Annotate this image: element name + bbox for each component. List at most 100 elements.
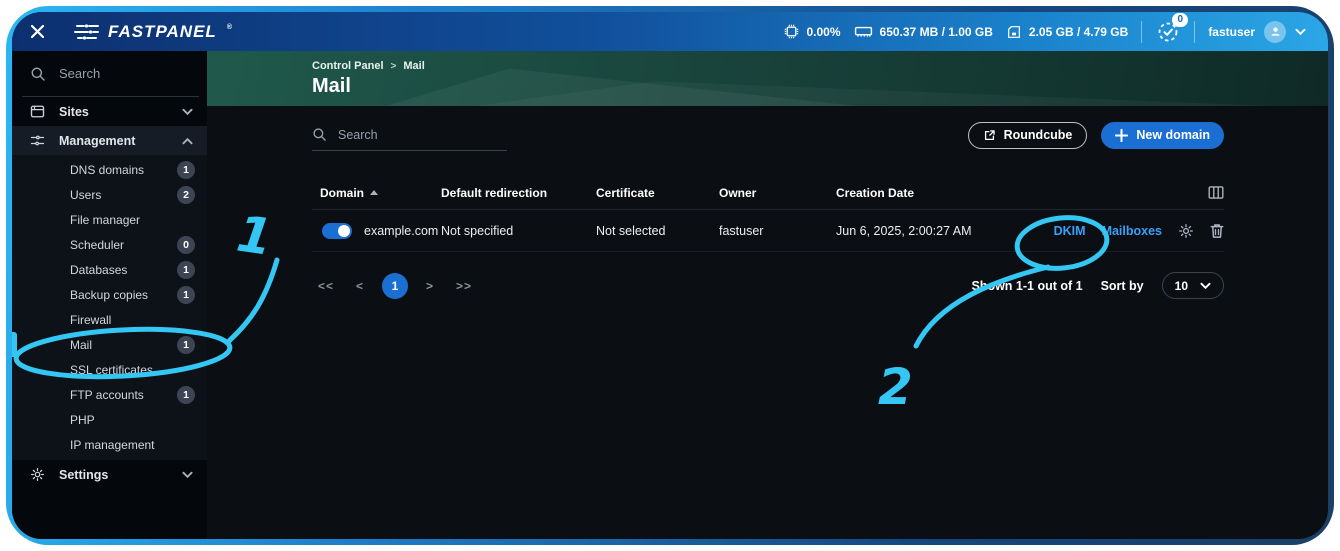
new-domain-button[interactable]: New domain xyxy=(1101,122,1224,149)
plus-icon xyxy=(1115,129,1128,142)
column-header-certificate[interactable]: Certificate xyxy=(596,186,719,200)
column-header-owner[interactable]: Owner xyxy=(719,186,836,200)
count-badge: 1 xyxy=(177,261,195,279)
management-sliders-icon xyxy=(30,133,45,148)
disk-icon xyxy=(1006,24,1022,40)
sidebar-item-scheduler[interactable]: Scheduler 0 xyxy=(12,232,207,257)
search-icon xyxy=(312,127,327,142)
domain-enabled-toggle[interactable] xyxy=(322,223,352,239)
column-header-default-redirection[interactable]: Default redirection xyxy=(441,186,596,200)
pagination-prev-button[interactable]: < xyxy=(346,279,374,293)
toolbar-buttons: Roundcube New domain xyxy=(968,122,1224,149)
sidebar-search[interactable] xyxy=(22,51,199,97)
notifications-count-badge: 0 xyxy=(1172,13,1188,27)
sidebar-item-label: IP management xyxy=(70,438,155,452)
sidebar-item-label: Sites xyxy=(59,105,89,119)
sidebar-item-ftp-accounts[interactable]: FTP accounts 1 xyxy=(12,382,207,407)
sidebar-item-dns-domains[interactable]: DNS domains 1 xyxy=(12,157,207,182)
pagination: << < 1 > >> Shown 1-1 out of 1 Sort by 1… xyxy=(312,272,1224,299)
table-search-input[interactable] xyxy=(338,128,488,142)
user-menu[interactable]: fastuser xyxy=(1208,21,1306,43)
sidebar-item-backup-copies[interactable]: Backup copies 1 xyxy=(12,282,207,307)
external-link-icon xyxy=(983,129,996,142)
count-badge: 1 xyxy=(177,286,195,304)
sites-icon xyxy=(30,104,45,119)
gear-icon xyxy=(30,467,45,482)
sidebar-item-label: Backup copies xyxy=(70,288,148,302)
sidebar-item-label: SSL certificates xyxy=(70,363,153,377)
sidebar-item-mail[interactable]: Mail 1 xyxy=(12,332,207,357)
sidebar-item-management[interactable]: Management xyxy=(12,126,207,155)
row-settings-button[interactable] xyxy=(1178,223,1194,239)
cpu-stat: 0.00% xyxy=(783,23,841,40)
memory-usage-value: 650.37 MB / 1.00 GB xyxy=(880,25,993,39)
roundcube-button[interactable]: Roundcube xyxy=(968,122,1088,149)
breadcrumb-separator: > xyxy=(391,61,397,72)
sidebar: Sites Management DNS domains 1 Users 2 xyxy=(12,51,207,539)
columns-settings-button[interactable] xyxy=(1208,185,1224,200)
main-content: Control Panel > Mail Mail xyxy=(207,51,1328,539)
notifications-button[interactable]: 0 xyxy=(1155,19,1181,45)
chevron-down-icon xyxy=(182,108,193,116)
column-header-domain[interactable]: Domain xyxy=(312,186,441,200)
brand-registered-mark: ® xyxy=(227,24,233,31)
avatar xyxy=(1264,21,1286,43)
row-delete-button[interactable] xyxy=(1210,223,1224,239)
sort-by-label: Sort by xyxy=(1101,279,1144,293)
count-badge: 1 xyxy=(177,161,195,179)
breadcrumb-control-panel[interactable]: Control Panel xyxy=(312,60,384,72)
owner-cell: fastuser xyxy=(719,224,836,238)
sidebar-item-label: Users xyxy=(70,188,101,202)
mailboxes-link[interactable]: Mailboxes xyxy=(1102,224,1162,238)
pagination-first-button[interactable]: << xyxy=(312,279,340,293)
pagination-summary: Shown 1-1 out of 1 Sort by 10 xyxy=(971,272,1224,299)
toolbar: Roundcube New domain xyxy=(312,106,1224,164)
ram-icon xyxy=(854,24,873,39)
screenshot-canvas: FASTPANEL ® 0.00% 650.37 MB / 1.00 GB 2.0… xyxy=(0,0,1340,551)
column-header-creation-date[interactable]: Creation Date xyxy=(836,186,1208,200)
brand-logo: FASTPANEL ® xyxy=(74,22,233,42)
search-icon xyxy=(30,66,46,82)
disk-usage-value: 2.05 GB / 4.79 GB xyxy=(1029,25,1128,39)
sidebar-item-label: PHP xyxy=(70,413,95,427)
app-window: FASTPANEL ® 0.00% 650.37 MB / 1.00 GB 2.0… xyxy=(12,12,1328,539)
sidebar-search-input[interactable] xyxy=(59,66,169,81)
sidebar-item-file-manager[interactable]: File manager xyxy=(12,207,207,232)
sidebar-item-php[interactable]: PHP xyxy=(12,407,207,432)
sidebar-item-settings[interactable]: Settings xyxy=(12,460,207,489)
certificate-cell: Not selected xyxy=(596,224,719,238)
sidebar-item-sites[interactable]: Sites xyxy=(12,97,207,126)
count-badge: 1 xyxy=(177,386,195,404)
domain-cell[interactable]: example.com xyxy=(364,224,438,238)
app-body: Sites Management DNS domains 1 Users 2 xyxy=(12,51,1328,539)
sidebar-item-label: Scheduler xyxy=(70,238,124,252)
sidebar-item-ssl-certificates[interactable]: SSL certificates xyxy=(12,357,207,382)
pagination-last-button[interactable]: >> xyxy=(450,279,478,293)
disk-stat: 2.05 GB / 4.79 GB xyxy=(1006,24,1128,40)
count-badge: 2 xyxy=(177,186,195,204)
sidebar-item-ip-management[interactable]: IP management xyxy=(12,432,207,457)
sidebar-item-firewall[interactable]: Firewall xyxy=(12,307,207,332)
topbar: FASTPANEL ® 0.00% 650.37 MB / 1.00 GB 2.0… xyxy=(12,12,1328,51)
sidebar-item-label: Mail xyxy=(70,338,92,352)
pagination-current-page[interactable]: 1 xyxy=(382,273,408,299)
chevron-down-icon xyxy=(182,471,193,479)
sidebar-filler xyxy=(12,489,207,539)
user-icon xyxy=(1269,25,1282,38)
page-size-select[interactable]: 10 xyxy=(1162,272,1224,299)
memory-stat: 650.37 MB / 1.00 GB xyxy=(854,24,993,39)
close-button[interactable] xyxy=(24,19,50,45)
sidebar-item-users[interactable]: Users 2 xyxy=(12,182,207,207)
sort-asc-icon xyxy=(370,190,378,195)
count-badge: 0 xyxy=(177,236,195,254)
default-redirection-cell: Not specified xyxy=(441,224,596,238)
table-search[interactable] xyxy=(312,119,507,151)
username: fastuser xyxy=(1208,25,1255,39)
creation-date-cell: Jun 6, 2025, 2:00:27 AM xyxy=(836,224,1054,238)
dkim-link[interactable]: DKIM xyxy=(1054,224,1086,238)
sidebar-item-label: Databases xyxy=(70,263,127,277)
pagination-next-button[interactable]: > xyxy=(416,279,444,293)
sidebar-item-label: FTP accounts xyxy=(70,388,144,402)
brand-name: FASTPANEL xyxy=(108,22,217,42)
sidebar-item-databases[interactable]: Databases 1 xyxy=(12,257,207,282)
